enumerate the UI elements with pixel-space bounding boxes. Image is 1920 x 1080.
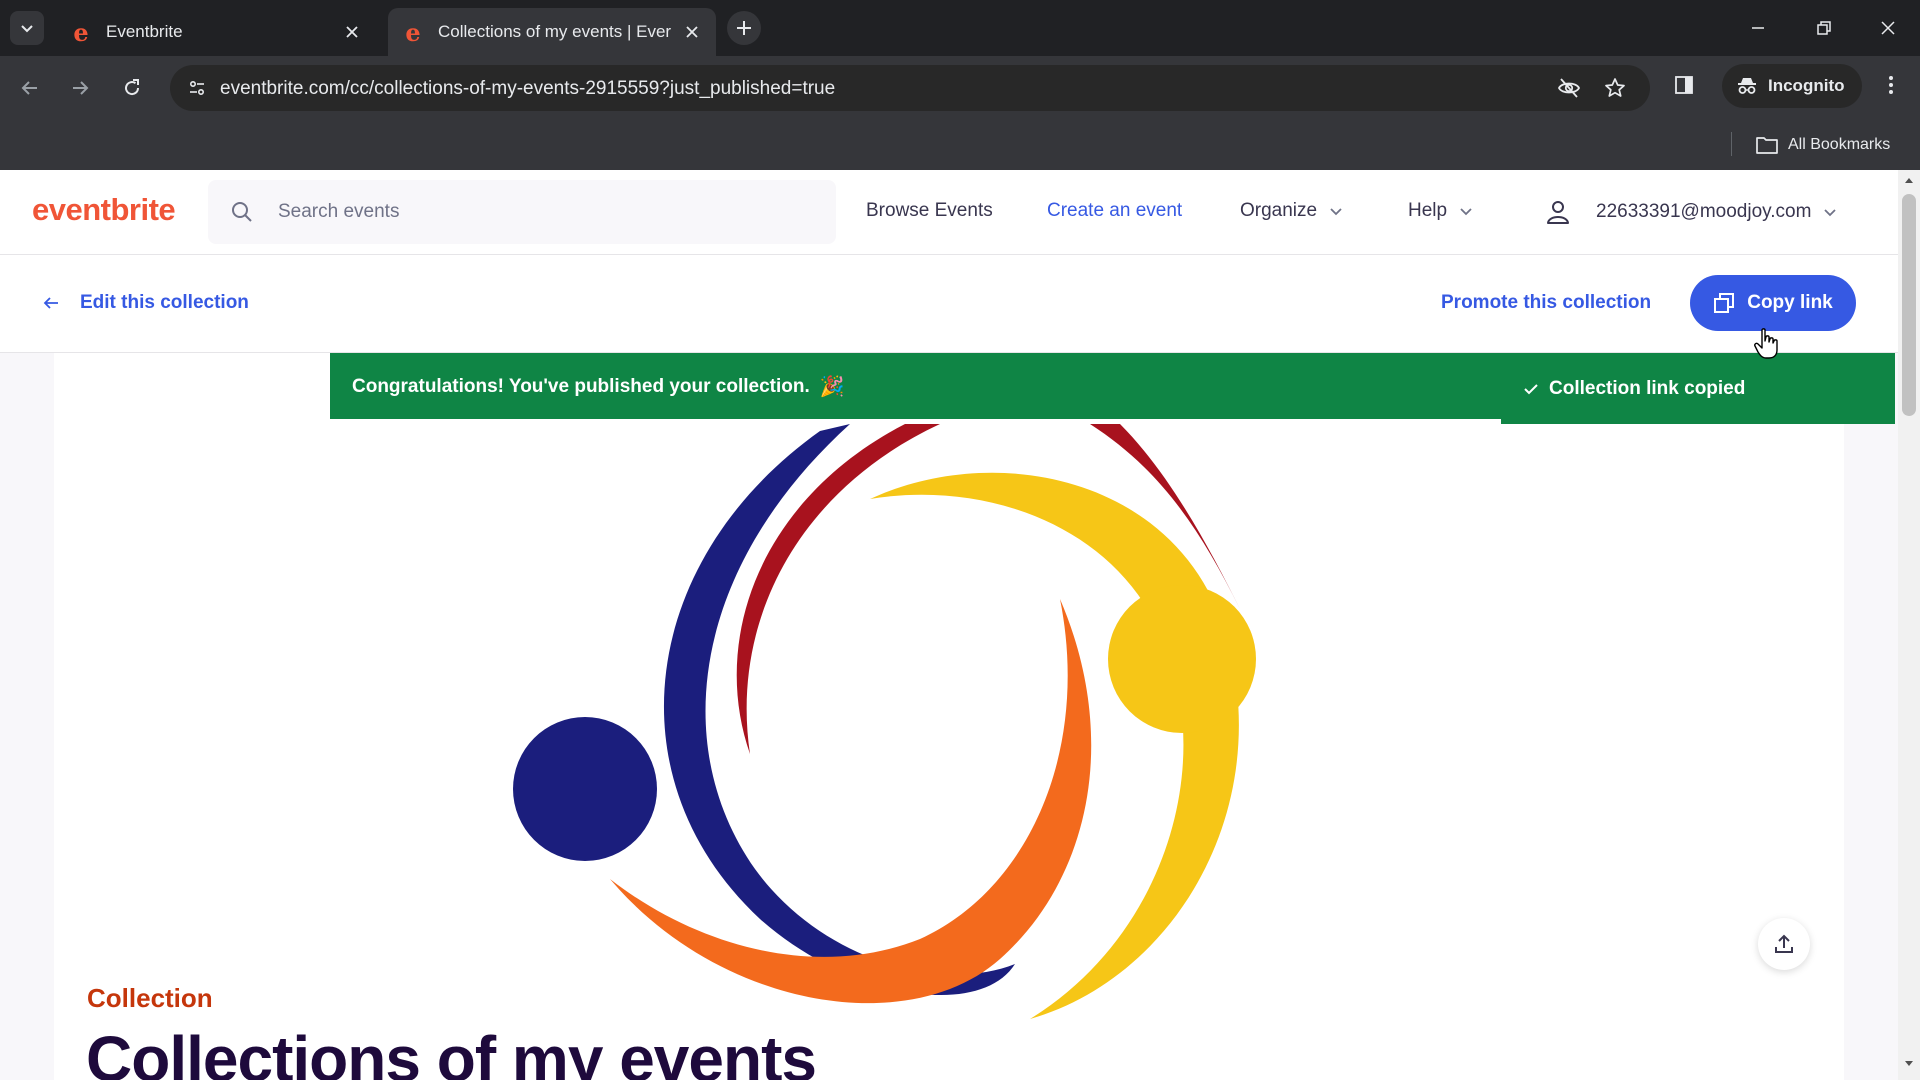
tab-search-button[interactable] bbox=[10, 11, 44, 45]
incognito-profile-button[interactable]: Incognito bbox=[1722, 64, 1863, 108]
search-input[interactable] bbox=[278, 180, 818, 244]
banner-message: Congratulations! You've published your c… bbox=[352, 375, 810, 397]
edit-collection-link[interactable]: Edit this collection bbox=[42, 292, 249, 314]
chevron-down-icon bbox=[21, 25, 33, 33]
copy-link-button[interactable]: Copy link bbox=[1690, 275, 1856, 331]
user-email: 22633391@moodjoy.com bbox=[1596, 201, 1812, 222]
red-arc bbox=[736, 424, 940, 754]
restore-button[interactable] bbox=[1804, 10, 1844, 46]
eye-off-icon bbox=[1557, 78, 1581, 98]
restore-icon bbox=[1817, 21, 1831, 35]
back-button[interactable] bbox=[10, 68, 50, 108]
arrow-left-icon bbox=[43, 297, 58, 309]
nav-browse-events-label: Browse Events bbox=[866, 200, 993, 221]
browser-menu-button[interactable] bbox=[1874, 68, 1908, 102]
arrow-right-icon bbox=[73, 81, 89, 95]
site-info-button[interactable] bbox=[182, 73, 212, 103]
nav-organize-label: Organize bbox=[1240, 200, 1318, 221]
chevron-down-icon bbox=[1330, 208, 1342, 216]
collection-cover-image bbox=[513, 424, 1256, 1019]
eventbrite-e-icon: e bbox=[405, 17, 421, 47]
nav-browse-events[interactable]: Browse Events bbox=[866, 200, 993, 222]
close-icon bbox=[1881, 21, 1895, 35]
new-tab-button[interactable] bbox=[727, 11, 761, 45]
hand-cursor-icon bbox=[1754, 328, 1778, 359]
nav-help-label: Help bbox=[1408, 200, 1448, 221]
incognito-icon bbox=[1738, 78, 1756, 94]
star-icon bbox=[1605, 78, 1625, 97]
bookmarks-bar: All Bookmarks bbox=[0, 120, 1920, 170]
share-upload-icon bbox=[1775, 934, 1793, 953]
party-popper-icon: 🎉 bbox=[819, 376, 845, 398]
page-scrollbar[interactable] bbox=[1898, 170, 1920, 1080]
tab-title: Collections of my events | Ever bbox=[438, 22, 672, 41]
all-bookmarks-button[interactable]: All Bookmarks bbox=[1756, 130, 1890, 160]
banner-message-row: Congratulations! You've published your c… bbox=[352, 374, 845, 399]
nav-create-event-label: Create an event bbox=[1047, 200, 1183, 221]
tab-title: Eventbrite bbox=[106, 22, 183, 41]
chevron-down-icon bbox=[1824, 209, 1837, 217]
copy-icon bbox=[1714, 293, 1735, 313]
minimize-icon bbox=[1752, 27, 1764, 29]
nav-help[interactable]: Help bbox=[1408, 200, 1473, 222]
url-text[interactable]: eventbrite.com/cc/collections-of-my-even… bbox=[220, 78, 835, 100]
browser-tab-collections[interactable]: e Collections of my events | Ever bbox=[388, 8, 716, 56]
link-copied-toast: Collection link copied bbox=[1501, 353, 1895, 424]
bookmark-star-button[interactable] bbox=[1600, 73, 1630, 103]
copy-link-label: Copy link bbox=[1747, 292, 1833, 313]
eventbrite-e-icon: e bbox=[73, 17, 89, 47]
user-icon bbox=[1538, 192, 1578, 232]
site-header: eventbrite Browse Events Create an event… bbox=[0, 170, 1898, 255]
share-button[interactable] bbox=[1758, 918, 1810, 970]
plus-icon bbox=[737, 21, 751, 35]
edit-collection-label: Edit this collection bbox=[80, 292, 249, 313]
incognito-label: Incognito bbox=[1768, 76, 1845, 95]
reload-icon bbox=[125, 79, 140, 96]
promote-collection-link[interactable]: Promote this collection bbox=[1441, 292, 1651, 314]
address-bar[interactable]: eventbrite.com/cc/collections-of-my-even… bbox=[170, 65, 1650, 111]
tracking-protection-button[interactable] bbox=[1554, 73, 1584, 103]
scroll-down-icon[interactable] bbox=[1904, 1060, 1914, 1068]
minimize-button[interactable] bbox=[1738, 10, 1778, 46]
all-bookmarks-label: All Bookmarks bbox=[1788, 136, 1891, 153]
side-panel-button[interactable] bbox=[1667, 68, 1701, 102]
chevron-down-icon bbox=[1460, 208, 1472, 216]
browser-tab-bar: e Eventbrite e Collections of my events … bbox=[0, 0, 1920, 56]
collection-action-bar: Edit this collection Promote this collec… bbox=[0, 255, 1898, 353]
yellow-circle bbox=[1108, 585, 1256, 733]
side-panel-icon bbox=[1675, 76, 1693, 94]
eventbrite-logo[interactable]: eventbrite bbox=[32, 192, 176, 228]
scroll-up-icon[interactable] bbox=[1904, 176, 1914, 184]
page-title: Collections of my events bbox=[86, 1023, 817, 1080]
arrow-left-icon bbox=[21, 81, 37, 95]
scrollbar-thumb[interactable] bbox=[1902, 194, 1916, 416]
navy-circle bbox=[513, 717, 657, 861]
search-box[interactable] bbox=[208, 180, 836, 244]
close-icon[interactable] bbox=[342, 22, 362, 42]
browser-toolbar: eventbrite.com/cc/collections-of-my-even… bbox=[0, 56, 1920, 120]
forward-button[interactable] bbox=[60, 68, 100, 108]
search-icon bbox=[232, 202, 252, 222]
toast-message: Collection link copied bbox=[1549, 377, 1746, 399]
collection-label: Collection bbox=[87, 983, 213, 1013]
check-icon bbox=[1524, 383, 1538, 394]
browser-tab-eventbrite[interactable]: e Eventbrite bbox=[56, 8, 376, 56]
navy-arc bbox=[663, 424, 1015, 996]
close-icon[interactable] bbox=[682, 22, 702, 42]
more-vertical-icon bbox=[1889, 76, 1893, 94]
close-window-button[interactable] bbox=[1868, 10, 1908, 46]
reload-button[interactable] bbox=[112, 68, 152, 108]
page-viewport: eventbrite Browse Events Create an event… bbox=[0, 170, 1920, 1080]
folder-icon bbox=[1756, 137, 1778, 154]
tune-icon bbox=[189, 80, 205, 96]
nav-organize[interactable]: Organize bbox=[1240, 200, 1343, 222]
user-menu[interactable]: 22633391@moodjoy.com bbox=[1538, 192, 1837, 232]
nav-create-event[interactable]: Create an event bbox=[1047, 200, 1182, 222]
logo-graphic bbox=[513, 424, 1256, 1019]
divider bbox=[1731, 132, 1732, 156]
